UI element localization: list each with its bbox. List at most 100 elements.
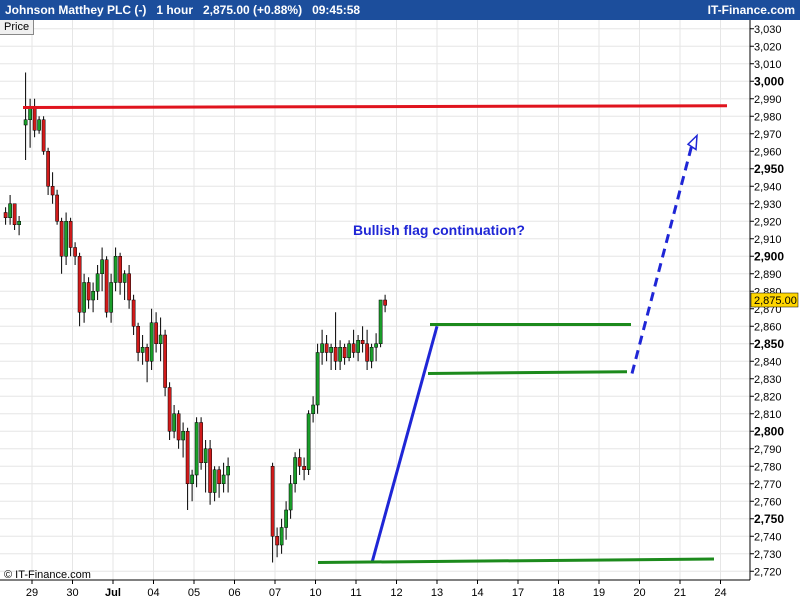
candle-body (360, 340, 365, 344)
candle-body (113, 256, 118, 283)
y-tick-label: 2,830 (754, 374, 782, 386)
candle-body (333, 347, 338, 362)
x-tick-label: Jul (105, 587, 121, 599)
candle-body (176, 413, 181, 441)
y-tick-label: 2,770 (754, 479, 782, 491)
candle (315, 343, 320, 414)
x-tick-label: 07 (269, 587, 281, 599)
last-price-label: 2,875.00 (754, 295, 797, 307)
candle (302, 457, 306, 481)
candle (77, 252, 82, 327)
candle (154, 312, 158, 353)
candle-body (136, 326, 140, 353)
candle (163, 329, 167, 397)
candle (127, 265, 131, 309)
candle-body (28, 107, 32, 120)
candle (311, 396, 315, 423)
y-tick-label: 2,790 (754, 444, 782, 456)
candle-body (217, 469, 221, 484)
candle (100, 247, 104, 292)
x-tick-label: 20 (633, 587, 645, 599)
y-tick-label: 2,970 (754, 129, 782, 141)
candle (374, 333, 378, 362)
candle (320, 329, 324, 365)
candle-body (55, 194, 59, 222)
y-tick-label: 3,030 (754, 24, 782, 36)
support-line (317, 557, 715, 564)
candle-body (167, 387, 172, 432)
candle (50, 172, 55, 204)
candle-body (181, 431, 185, 441)
candle (37, 116, 41, 134)
candle-body (297, 457, 302, 467)
candle-body (77, 256, 82, 313)
y-tick-label: 2,980 (754, 111, 782, 123)
x-tick-label: 12 (390, 587, 402, 599)
candle (140, 335, 145, 365)
candle-body (199, 422, 203, 463)
candle-body (270, 466, 275, 537)
x-tick-label: 24 (714, 587, 726, 599)
candle-body (329, 347, 333, 353)
candle-body (190, 474, 194, 484)
candle (270, 462, 275, 563)
price-chart: 3,030 3,020 3,010 3,000 2,990 2,980 2,970 2,960… (0, 20, 799, 599)
resistance-line (22, 104, 728, 109)
y-tick-label: 2,900 (754, 249, 784, 263)
candle (95, 265, 100, 300)
candle-body (32, 107, 37, 131)
candle-body (185, 431, 190, 484)
candle (64, 212, 68, 265)
candle-body (95, 273, 100, 292)
price-tab[interactable]: Price (0, 20, 35, 35)
candle (32, 98, 37, 138)
candle (194, 417, 199, 488)
y-tick-label: 2,850 (754, 337, 784, 351)
candle-body (46, 151, 50, 187)
candle (226, 457, 230, 493)
y-tick-label: 3,020 (754, 41, 782, 53)
candle (91, 282, 95, 313)
candle (199, 417, 203, 470)
candle-body (104, 259, 109, 313)
candle (172, 405, 176, 439)
candle-body (288, 483, 293, 511)
candle (333, 312, 338, 370)
candle-body (342, 347, 347, 358)
candle (149, 308, 154, 370)
flag-lower-line (427, 370, 628, 375)
candle-body (50, 186, 55, 196)
candle (118, 252, 122, 295)
x-tick-label: 18 (552, 587, 564, 599)
x-tick-label: 29 (26, 587, 38, 599)
candle (383, 294, 387, 313)
candle (104, 256, 109, 318)
candle (136, 322, 140, 362)
candle-body (351, 343, 356, 353)
candle (68, 217, 73, 257)
candle-body (17, 221, 21, 225)
y-axis: 3,030 3,020 3,010 3,000 2,990 2,980 2,970 2,960… (749, 20, 799, 580)
candle-body (73, 247, 77, 257)
candle-body (122, 273, 127, 283)
candle-body (12, 203, 17, 225)
candle-body (203, 448, 208, 463)
candle (275, 527, 279, 558)
candle (378, 299, 383, 348)
candle-body (315, 352, 320, 406)
candle (12, 203, 17, 230)
candle-body (221, 474, 226, 484)
candle (284, 501, 288, 540)
candles-layer (3, 72, 387, 563)
candle-body (302, 466, 306, 470)
x-tick-label: 19 (593, 587, 605, 599)
y-tick-label: 2,950 (754, 162, 784, 176)
y-tick-label: 2,860 (754, 321, 782, 333)
candle-body (347, 343, 351, 358)
candle-body (145, 347, 149, 362)
y-tick-label: 2,800 (754, 424, 784, 438)
candle (212, 466, 217, 502)
candle-body (41, 119, 46, 152)
candle-body (8, 203, 12, 218)
candle (8, 195, 12, 225)
